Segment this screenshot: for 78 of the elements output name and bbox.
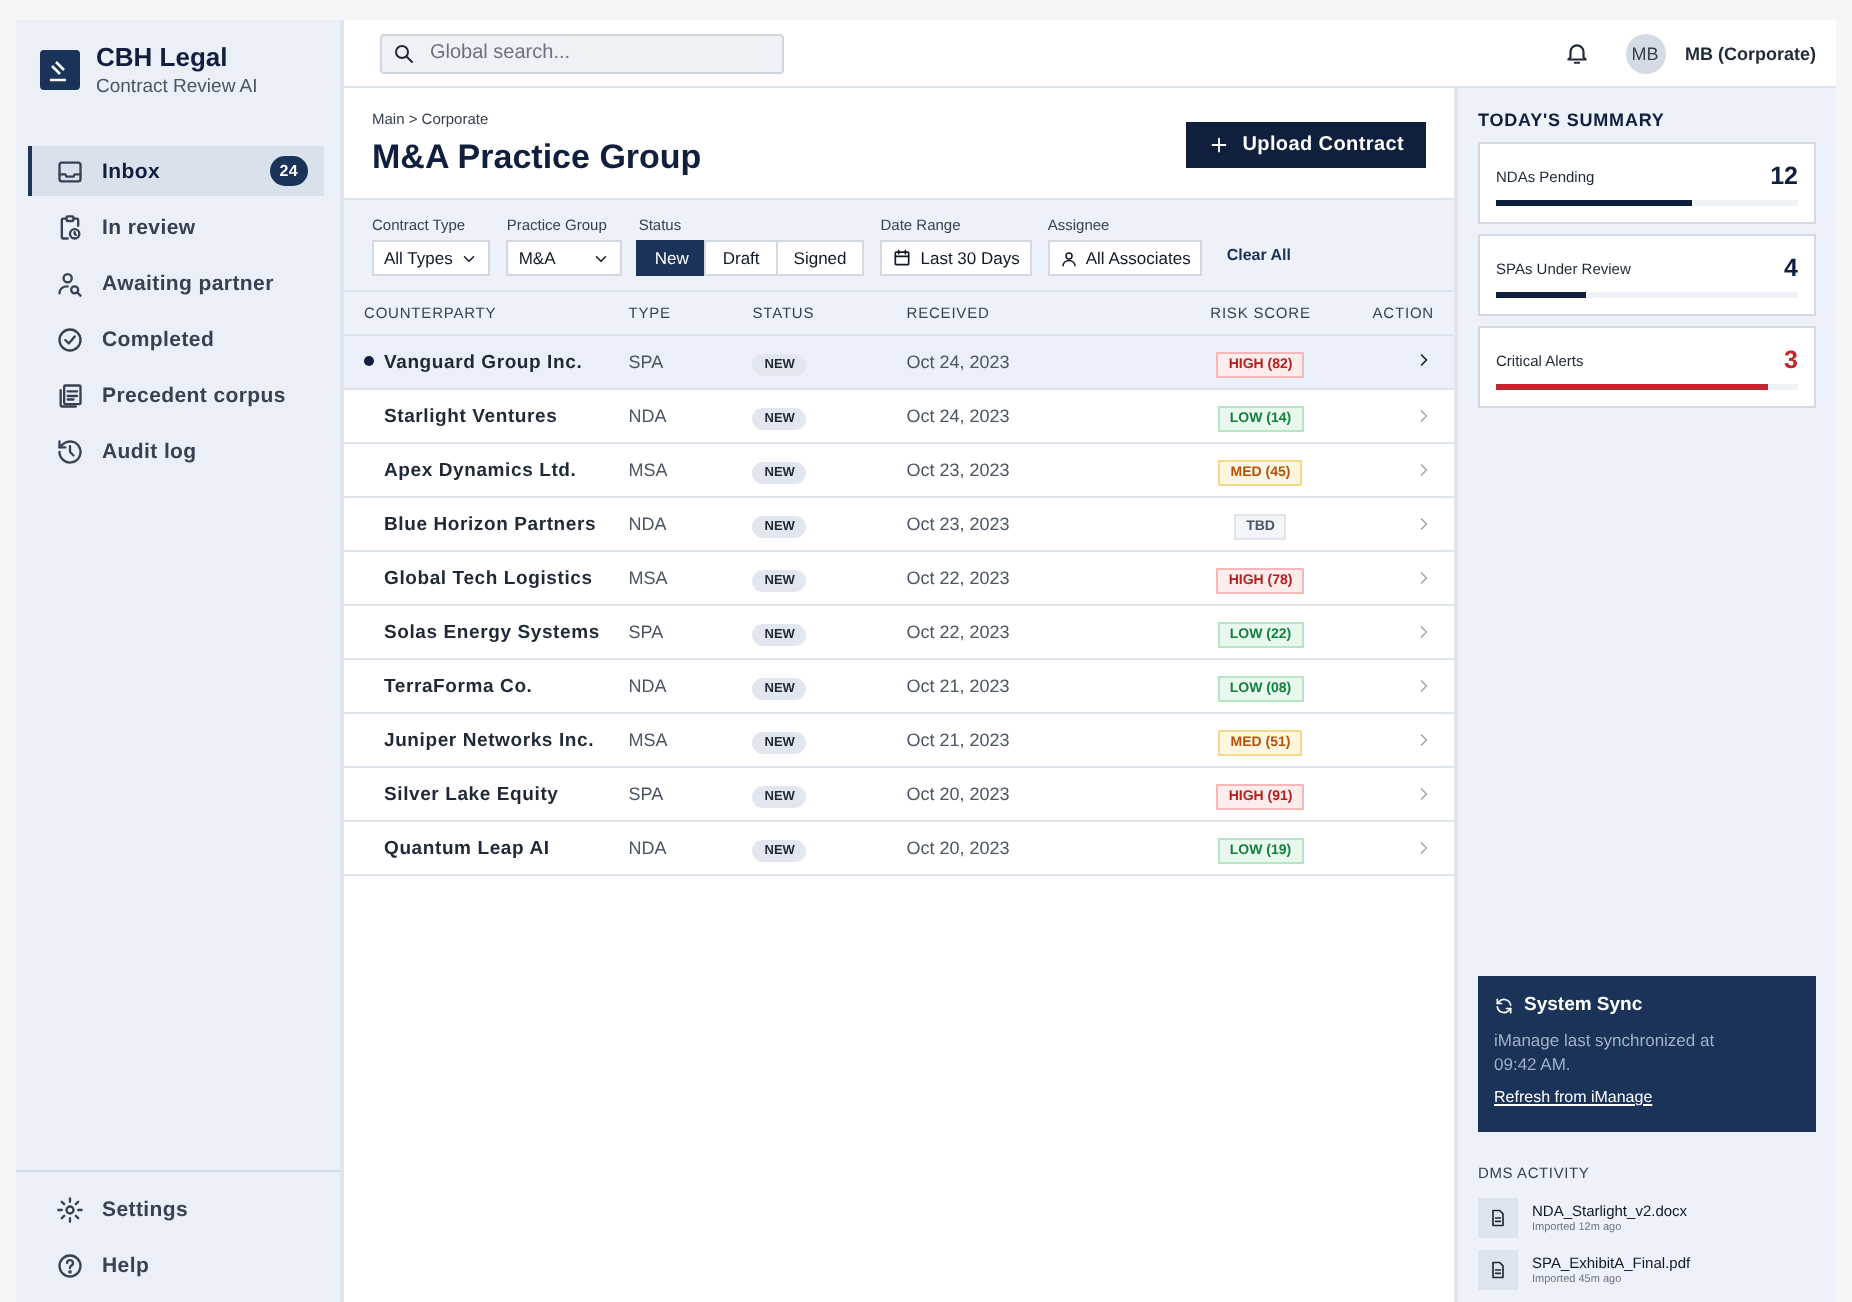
bell-icon[interactable]: [1563, 40, 1589, 66]
assignee-button[interactable]: All Associates: [1047, 240, 1203, 276]
type-cell: NDA: [628, 676, 667, 696]
date-cell: Oct 20, 2023: [906, 838, 1010, 858]
nav-item[interactable]: Audit log: [28, 426, 340, 476]
nav-item[interactable]: Precedent corpus: [28, 370, 340, 420]
counterparty-cell[interactable]: Global Tech Logistics: [384, 567, 593, 589]
counterparty-cell[interactable]: Blue Horizon Partners: [384, 513, 597, 535]
metric-value: 4: [1784, 254, 1798, 282]
check-circle-icon: [56, 325, 84, 353]
search-field[interactable]: Global search...: [380, 33, 784, 73]
date-cell: Oct 24, 2023: [906, 352, 1010, 372]
type-cell: MSA: [628, 568, 668, 588]
search-icon: [392, 41, 416, 65]
selected-dot: [364, 355, 374, 365]
brand-name: CBH Legal: [96, 42, 230, 72]
file-icon: [1478, 1250, 1518, 1290]
counterparty-cell[interactable]: TerraForma Co.: [384, 675, 533, 697]
status-toggle[interactable]: Draft: [704, 240, 778, 276]
date-cell: Oct 21, 2023: [906, 676, 1010, 696]
settings-icon: [56, 1195, 84, 1223]
counterparty-cell[interactable]: Starlight Ventures: [384, 405, 558, 427]
file-icon: [1478, 1198, 1518, 1238]
date-range-button[interactable]: Last 30 Days: [880, 240, 1032, 276]
nav-item[interactable]: Awaiting partner: [28, 258, 340, 308]
date-cell: Oct 23, 2023: [906, 514, 1010, 534]
counterparty-cell[interactable]: Silver Lake Equity: [384, 783, 559, 805]
date-cell: Oct 23, 2023: [906, 460, 1010, 480]
type-cell: MSA: [628, 460, 668, 480]
avatar[interactable]: MB: [1625, 33, 1665, 73]
sync-icon: [1494, 995, 1514, 1015]
type-cell: NDA: [628, 406, 667, 426]
type-cell: SPA: [628, 784, 664, 804]
logo-icon: [40, 50, 80, 90]
clear-all-link[interactable]: Clear All: [1226, 246, 1291, 264]
help-icon: [56, 1251, 84, 1279]
counterparty-cell[interactable]: Quantum Leap AI: [384, 837, 550, 859]
nav-item[interactable]: Inbox 24: [28, 146, 324, 196]
summary-title: TODAY'S SUMMARY: [1478, 110, 1667, 130]
date-cell: Oct 20, 2023: [906, 784, 1010, 804]
metric-value: 12: [1770, 162, 1798, 190]
status-toggle[interactable]: New: [636, 240, 707, 276]
history-icon: [56, 437, 84, 465]
date-cell: Oct 21, 2023: [906, 730, 1010, 750]
type-cell: SPA: [628, 352, 664, 372]
calendar-icon: [892, 248, 913, 268]
refresh-link[interactable]: Refresh from iManage: [1494, 1088, 1653, 1106]
upload-button[interactable]: Upload Contract: [1186, 121, 1426, 167]
documents-icon: [56, 381, 84, 409]
page-title: M&A Practice Group: [372, 138, 702, 178]
plus-icon: [1208, 133, 1231, 155]
counterparty-cell[interactable]: Juniper Networks Inc.: [384, 729, 595, 751]
inbox-icon: [56, 157, 84, 185]
brand-subtitle: Contract Review AI: [96, 76, 258, 98]
type-cell: NDA: [628, 838, 667, 858]
nav-item[interactable]: Settings: [28, 1184, 340, 1234]
sync-title: System Sync: [1524, 994, 1643, 1016]
counterparty-cell[interactable]: Apex Dynamics Ltd.: [384, 459, 577, 481]
type-cell: MSA: [628, 730, 668, 750]
nav-item[interactable]: Completed: [28, 314, 340, 364]
person-search-icon: [56, 269, 84, 297]
type-cell: SPA: [628, 622, 664, 642]
sync-message: iManage last synchronized at 09:42 AM.: [1494, 1028, 1717, 1076]
person-icon: [1059, 249, 1078, 267]
date-cell: Oct 24, 2023: [906, 406, 1010, 426]
user-name: MB (Corporate): [1685, 43, 1816, 63]
nav-item[interactable]: Help: [28, 1240, 340, 1290]
date-cell: Oct 22, 2023: [906, 568, 1010, 588]
count-badge: 24: [269, 156, 308, 186]
date-cell: Oct 22, 2023: [906, 622, 1010, 642]
counterparty-cell[interactable]: Solas Energy Systems: [384, 621, 600, 643]
nav-item[interactable]: In review: [28, 202, 340, 252]
dropdown[interactable]: All Types: [372, 240, 491, 276]
type-cell: NDA: [628, 514, 667, 534]
dropdown[interactable]: M&A: [506, 240, 623, 276]
clipboard-clock-icon: [56, 213, 84, 241]
status-toggle[interactable]: Signed: [775, 240, 865, 276]
metric-value: 3: [1784, 346, 1798, 374]
